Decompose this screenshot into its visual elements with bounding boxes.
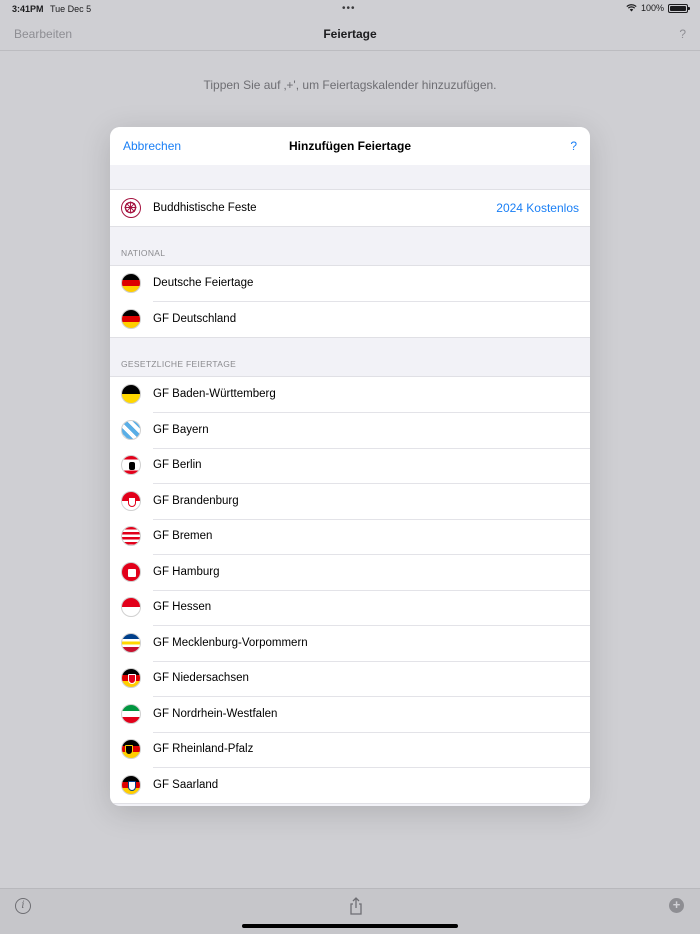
status-date: Tue Dec 5	[50, 4, 92, 14]
sheet-header: Abbrechen Hinzufügen Feiertage ?	[110, 127, 590, 165]
share-icon[interactable]	[348, 897, 364, 915]
list-item-gf-deutschland[interactable]: GF Deutschland	[110, 301, 590, 337]
states-section: GF Baden-Württemberg GF Bayern GF Berlin…	[110, 375, 590, 804]
rheinland-pfalz-flag-icon	[121, 739, 141, 760]
germany-flag-icon	[121, 308, 141, 329]
status-bar: 3:41PM Tue Dec 5 ••• 100%	[0, 0, 700, 18]
list-item-hamburg[interactable]: GF Hamburg	[110, 554, 590, 590]
add-holidays-sheet: Abbrechen Hinzufügen Feiertage ? Buddhis…	[110, 127, 590, 806]
berlin-flag-icon	[121, 455, 141, 476]
battery-icon	[668, 3, 690, 13]
list-item-label: GF Mecklenburg-Vorpommern	[153, 636, 308, 649]
list-item-label: GF Saarland	[153, 778, 219, 791]
featured-section: Buddhistische Feste 2024 Kostenlos	[110, 189, 590, 227]
list-item-buddhistische-feste[interactable]: Buddhistische Feste 2024 Kostenlos	[110, 190, 590, 226]
list-item-label: GF Bayern	[153, 423, 209, 436]
home-indicator	[242, 924, 458, 928]
list-item-baden-wuerttemberg[interactable]: GF Baden-Württemberg	[110, 377, 590, 413]
list-item-rheinland-pfalz[interactable]: GF Rheinland-Pfalz	[110, 731, 590, 768]
list-item-label: Buddhistische Feste	[153, 201, 257, 214]
status-right: 100%	[626, 3, 690, 13]
list-item-hessen[interactable]: GF Hessen	[110, 589, 590, 626]
baden-wuerttemberg-flag-icon	[121, 384, 141, 405]
mecklenburg-vorpommern-flag-icon	[121, 632, 141, 653]
list-item-label: GF Nordrhein-Westfalen	[153, 707, 278, 720]
list-item-nordrhein-westfalen[interactable]: GF Nordrhein-Westfalen	[110, 696, 590, 732]
list-item-saarland[interactable]: GF Saarland	[110, 767, 590, 803]
battery-percent: 100%	[640, 3, 664, 13]
list-item-bayern[interactable]: GF Bayern	[110, 412, 590, 448]
info-icon[interactable]: i	[15, 898, 31, 914]
help-button[interactable]: ?	[679, 27, 686, 41]
germany-flag-icon	[121, 273, 141, 294]
list-item-brandenburg[interactable]: GF Brandenburg	[110, 483, 590, 519]
status-time: 3:41PM	[12, 4, 44, 14]
nordrhein-westfalen-flag-icon	[121, 703, 141, 724]
list-item-label: GF Bremen	[153, 530, 213, 543]
list-item-bremen[interactable]: GF Bremen	[110, 518, 590, 555]
list-item-label: GF Brandenburg	[153, 494, 239, 507]
hessen-flag-icon	[121, 597, 141, 618]
bottom-toolbar: i +	[0, 888, 700, 934]
list-item-deutsche-feiertage[interactable]: Deutsche Feiertage	[110, 266, 590, 302]
sheet-title: Hinzufügen Feiertage	[288, 139, 411, 153]
brandenburg-flag-icon	[121, 490, 141, 511]
section-header-gesetzliche: GESETZLICHE FEIERTAGE	[121, 358, 237, 369]
price-label[interactable]: 2024 Kostenlos	[496, 201, 579, 215]
list-item-label: GF Rheinland-Pfalz	[153, 743, 254, 756]
hamburg-flag-icon	[121, 561, 141, 582]
sheet-spacer	[110, 165, 590, 189]
niedersachsen-flag-icon	[121, 668, 141, 689]
multitasking-dots[interactable]: •••	[342, 3, 356, 14]
dharma-wheel-icon	[121, 197, 141, 218]
section-header-national: NATIONAL	[121, 247, 166, 258]
nav-divider	[0, 50, 700, 51]
empty-hint: Tippen Sie auf ‚+', um Feiertagskalender…	[203, 78, 497, 92]
list-item-label: GF Deutschland	[153, 312, 237, 325]
sheet-help-button[interactable]: ?	[570, 139, 577, 153]
list-item-label: Deutsche Feiertage	[153, 277, 254, 290]
add-icon[interactable]: +	[669, 898, 684, 913]
list-item-label: GF Hessen	[153, 601, 212, 614]
list-item-label: GF Niedersachsen	[153, 672, 249, 685]
list-item-mecklenburg-vorpommern[interactable]: GF Mecklenburg-Vorpommern	[110, 625, 590, 661]
page-title: Feiertage	[323, 27, 377, 41]
nav-bar: Bearbeiten Feiertage ?	[0, 18, 700, 50]
list-item-berlin[interactable]: GF Berlin	[110, 447, 590, 484]
wifi-icon	[626, 4, 637, 12]
national-section: Deutsche Feiertage GF Deutschland	[110, 264, 590, 338]
bremen-flag-icon	[121, 526, 141, 547]
list-item-label: GF Berlin	[153, 459, 202, 472]
list-item-label: GF Baden-Württemberg	[153, 388, 276, 401]
list-item-niedersachsen[interactable]: GF Niedersachsen	[110, 660, 590, 697]
bayern-flag-icon	[121, 419, 141, 440]
saarland-flag-icon	[121, 774, 141, 795]
list-item-label: GF Hamburg	[153, 565, 220, 578]
